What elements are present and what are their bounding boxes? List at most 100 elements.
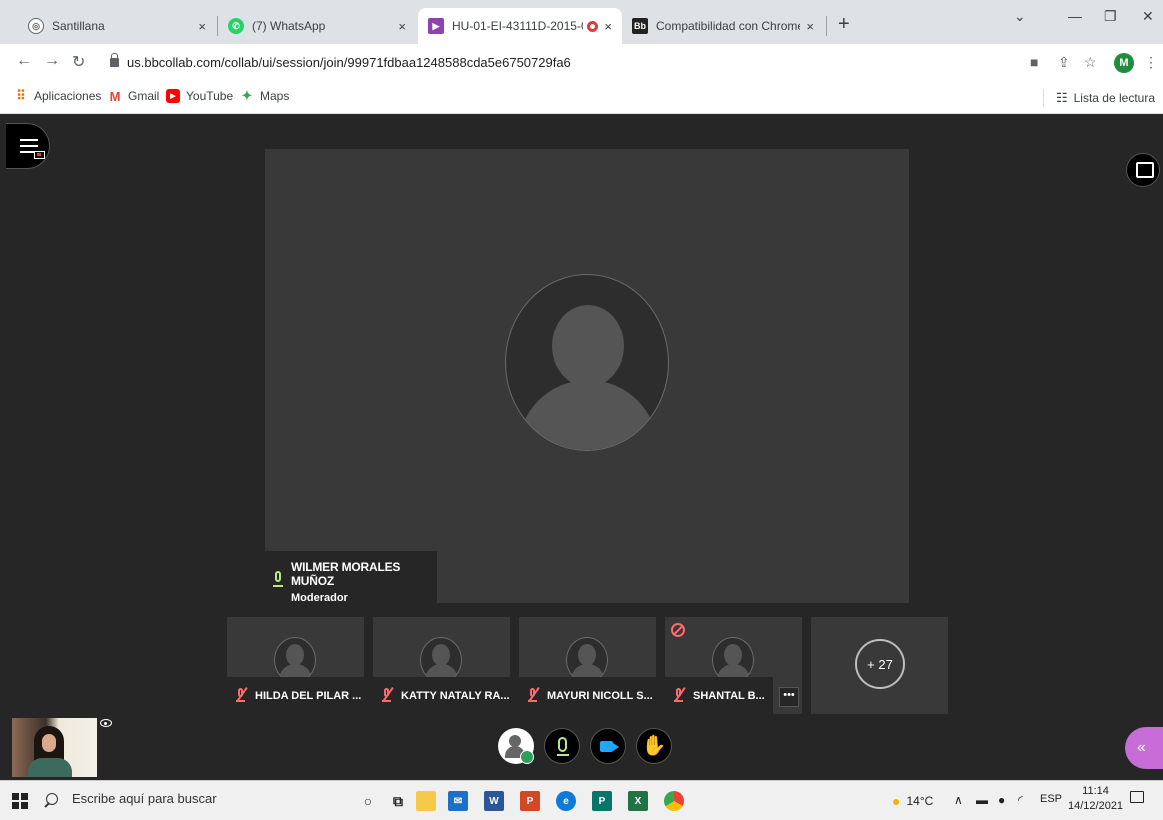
publisher-icon[interactable]: P	[592, 791, 612, 811]
restore-icon[interactable]: ❐	[1104, 8, 1117, 25]
bookmark-label: Gmail	[128, 89, 160, 103]
notification-icon[interactable]	[1130, 791, 1144, 803]
participant-name: KATTY NATALY RA...	[401, 690, 510, 702]
more-participants-count: + 27	[855, 639, 905, 689]
participant-tile[interactable]: HILDA DEL PILAR ...	[227, 617, 370, 714]
minimize-icon[interactable]: —	[1068, 8, 1082, 24]
globe-icon: ◎	[28, 18, 44, 34]
wifi-icon[interactable]: ◜	[1018, 793, 1023, 807]
presenter-avatar	[505, 274, 669, 451]
eye-icon[interactable]	[100, 719, 112, 727]
browser-menu-icon[interactable]: ⋮	[1144, 54, 1158, 71]
bookmark-label: YouTube	[186, 89, 234, 103]
cortana-icon[interactable]: ○	[358, 791, 378, 811]
participant-name-tag: HILDA DEL PILAR ...	[227, 677, 370, 714]
new-tab-button[interactable]: +	[838, 14, 850, 34]
clock[interactable]: 11:14 14/12/2021	[1068, 784, 1123, 814]
browser-toolbar: ← → ↻ us.bbcollab.com/collab/ui/session/…	[0, 44, 1163, 80]
mail-icon[interactable]: ✉	[448, 791, 468, 811]
layout-toggle-icon[interactable]	[1126, 153, 1160, 187]
session-menu-button[interactable]	[6, 123, 50, 169]
raise-hand-button[interactable]: ✋	[636, 728, 672, 764]
powerpoint-icon[interactable]: P	[520, 791, 540, 811]
collaborate-icon: ▶	[428, 18, 444, 34]
participant-name-tag: MAYURI NICOLL S...	[519, 677, 661, 714]
tab-chrome-help[interactable]: Bb Compatibilidad con Chrome | Ay ×	[622, 8, 824, 44]
taskbar-search[interactable]: Escribe aquí para buscar	[46, 791, 217, 806]
excel-icon[interactable]: X	[628, 791, 648, 811]
camera-in-use-icon[interactable]: ■	[1030, 54, 1038, 70]
recording-indicator-icon	[34, 151, 45, 159]
tab-divider	[826, 16, 827, 36]
hand-icon: ✋	[641, 735, 667, 757]
browser-tab-strip: ◎ Santillana × ✆ (7) WhatsApp × ▶ HU-01-…	[0, 0, 1163, 44]
search-icon	[46, 792, 58, 805]
participant-tile[interactable]: MAYURI NICOLL S...	[519, 617, 661, 714]
self-video[interactable]	[12, 718, 97, 777]
tab-whatsapp[interactable]: ✆ (7) WhatsApp ×	[218, 8, 416, 44]
presenter-name: WILMER MORALES MUÑOZ	[291, 560, 401, 588]
reload-icon[interactable]: ↻	[72, 52, 85, 72]
bookmark-maps[interactable]: ✦ Maps	[240, 88, 290, 103]
blackboard-icon: Bb	[632, 18, 648, 34]
window-close-icon[interactable]: ✕	[1142, 8, 1154, 25]
back-icon[interactable]: ←	[16, 52, 32, 70]
profile-avatar[interactable]: M	[1114, 53, 1134, 73]
maps-pin-icon: ✦	[241, 88, 253, 103]
edge-icon[interactable]: e	[556, 791, 576, 811]
camera-button[interactable]	[590, 728, 626, 764]
tab-title: HU-01-EI-43111D-2015-01-/	[452, 19, 583, 33]
share-icon[interactable]: ⇪	[1058, 54, 1070, 71]
close-tab-icon[interactable]: ×	[398, 19, 406, 34]
close-tab-icon[interactable]: ×	[806, 19, 814, 34]
task-view-icon[interactable]: ⧉	[388, 791, 408, 811]
lock-icon	[110, 52, 119, 67]
reading-list-icon: ☷	[1055, 90, 1068, 105]
tray-chevron-icon[interactable]: ∧	[954, 793, 963, 807]
double-chevron-left-icon: «	[1137, 739, 1146, 756]
participant-name-tag: KATTY NATALY RA...	[373, 677, 518, 714]
participant-more-button[interactable]: •••	[779, 687, 799, 707]
bookmark-youtube[interactable]: ▶ YouTube	[166, 89, 233, 103]
weather-temp: 14°C	[906, 794, 934, 808]
battery-icon[interactable]: ▬	[976, 793, 988, 807]
bookmark-apps[interactable]: ⠿ Aplicaciones	[14, 88, 101, 103]
mic-muted-icon	[381, 686, 394, 703]
microphone-button[interactable]	[544, 728, 580, 764]
file-explorer-icon[interactable]	[416, 791, 436, 811]
mic-on-icon	[273, 571, 283, 587]
collaborate-session: WILMER MORALES MUÑOZ Moderador HILDA DEL…	[0, 115, 1163, 780]
chrome-icon[interactable]	[664, 791, 684, 811]
close-tab-icon[interactable]: ×	[604, 19, 612, 34]
language-indicator[interactable]: ESP	[1040, 793, 1062, 805]
reading-list-button[interactable]: ☷ Lista de lectura	[1042, 89, 1155, 107]
clock-time: 11:14	[1082, 785, 1109, 797]
open-panel-button[interactable]: «	[1125, 727, 1163, 769]
bookmark-star-icon[interactable]: ☆	[1084, 54, 1097, 71]
youtube-icon: ▶	[166, 89, 180, 103]
weather-widget[interactable]: ● 14°C	[892, 793, 933, 809]
my-status-button[interactable]	[498, 728, 534, 764]
tab-search-icon[interactable]: ⌄	[1014, 8, 1026, 25]
windows-start-icon[interactable]	[12, 793, 28, 809]
microphone-tray-icon[interactable]: ●	[998, 793, 1005, 807]
participant-tile[interactable]: SHANTAL B... •••	[665, 617, 802, 714]
recording-icon	[587, 20, 599, 32]
clock-date: 14/12/2021	[1068, 800, 1124, 812]
bookmark-label: Maps	[260, 89, 290, 103]
participant-name-tag: SHANTAL B...	[665, 677, 773, 714]
close-tab-icon[interactable]: ×	[198, 19, 206, 34]
gmail-icon: M	[109, 88, 121, 104]
forward-icon[interactable]: →	[44, 52, 60, 70]
bookmark-gmail[interactable]: M Gmail	[108, 88, 160, 104]
presenter-role: Moderador	[291, 592, 348, 604]
participant-tile[interactable]: KATTY NATALY RA...	[373, 617, 518, 714]
microphone-icon	[558, 737, 567, 752]
tab-santillana[interactable]: ◎ Santillana ×	[18, 8, 216, 44]
tab-collab-session[interactable]: ▶ HU-01-EI-43111D-2015-01-/ ×	[418, 8, 622, 44]
participant-name: HILDA DEL PILAR ...	[255, 690, 362, 702]
word-icon[interactable]: W	[484, 791, 504, 811]
search-placeholder: Escribe aquí para buscar	[72, 791, 217, 806]
address-bar[interactable]: us.bbcollab.com/collab/ui/session/join/9…	[100, 49, 1020, 75]
more-participants-tile[interactable]: + 27	[811, 617, 948, 714]
